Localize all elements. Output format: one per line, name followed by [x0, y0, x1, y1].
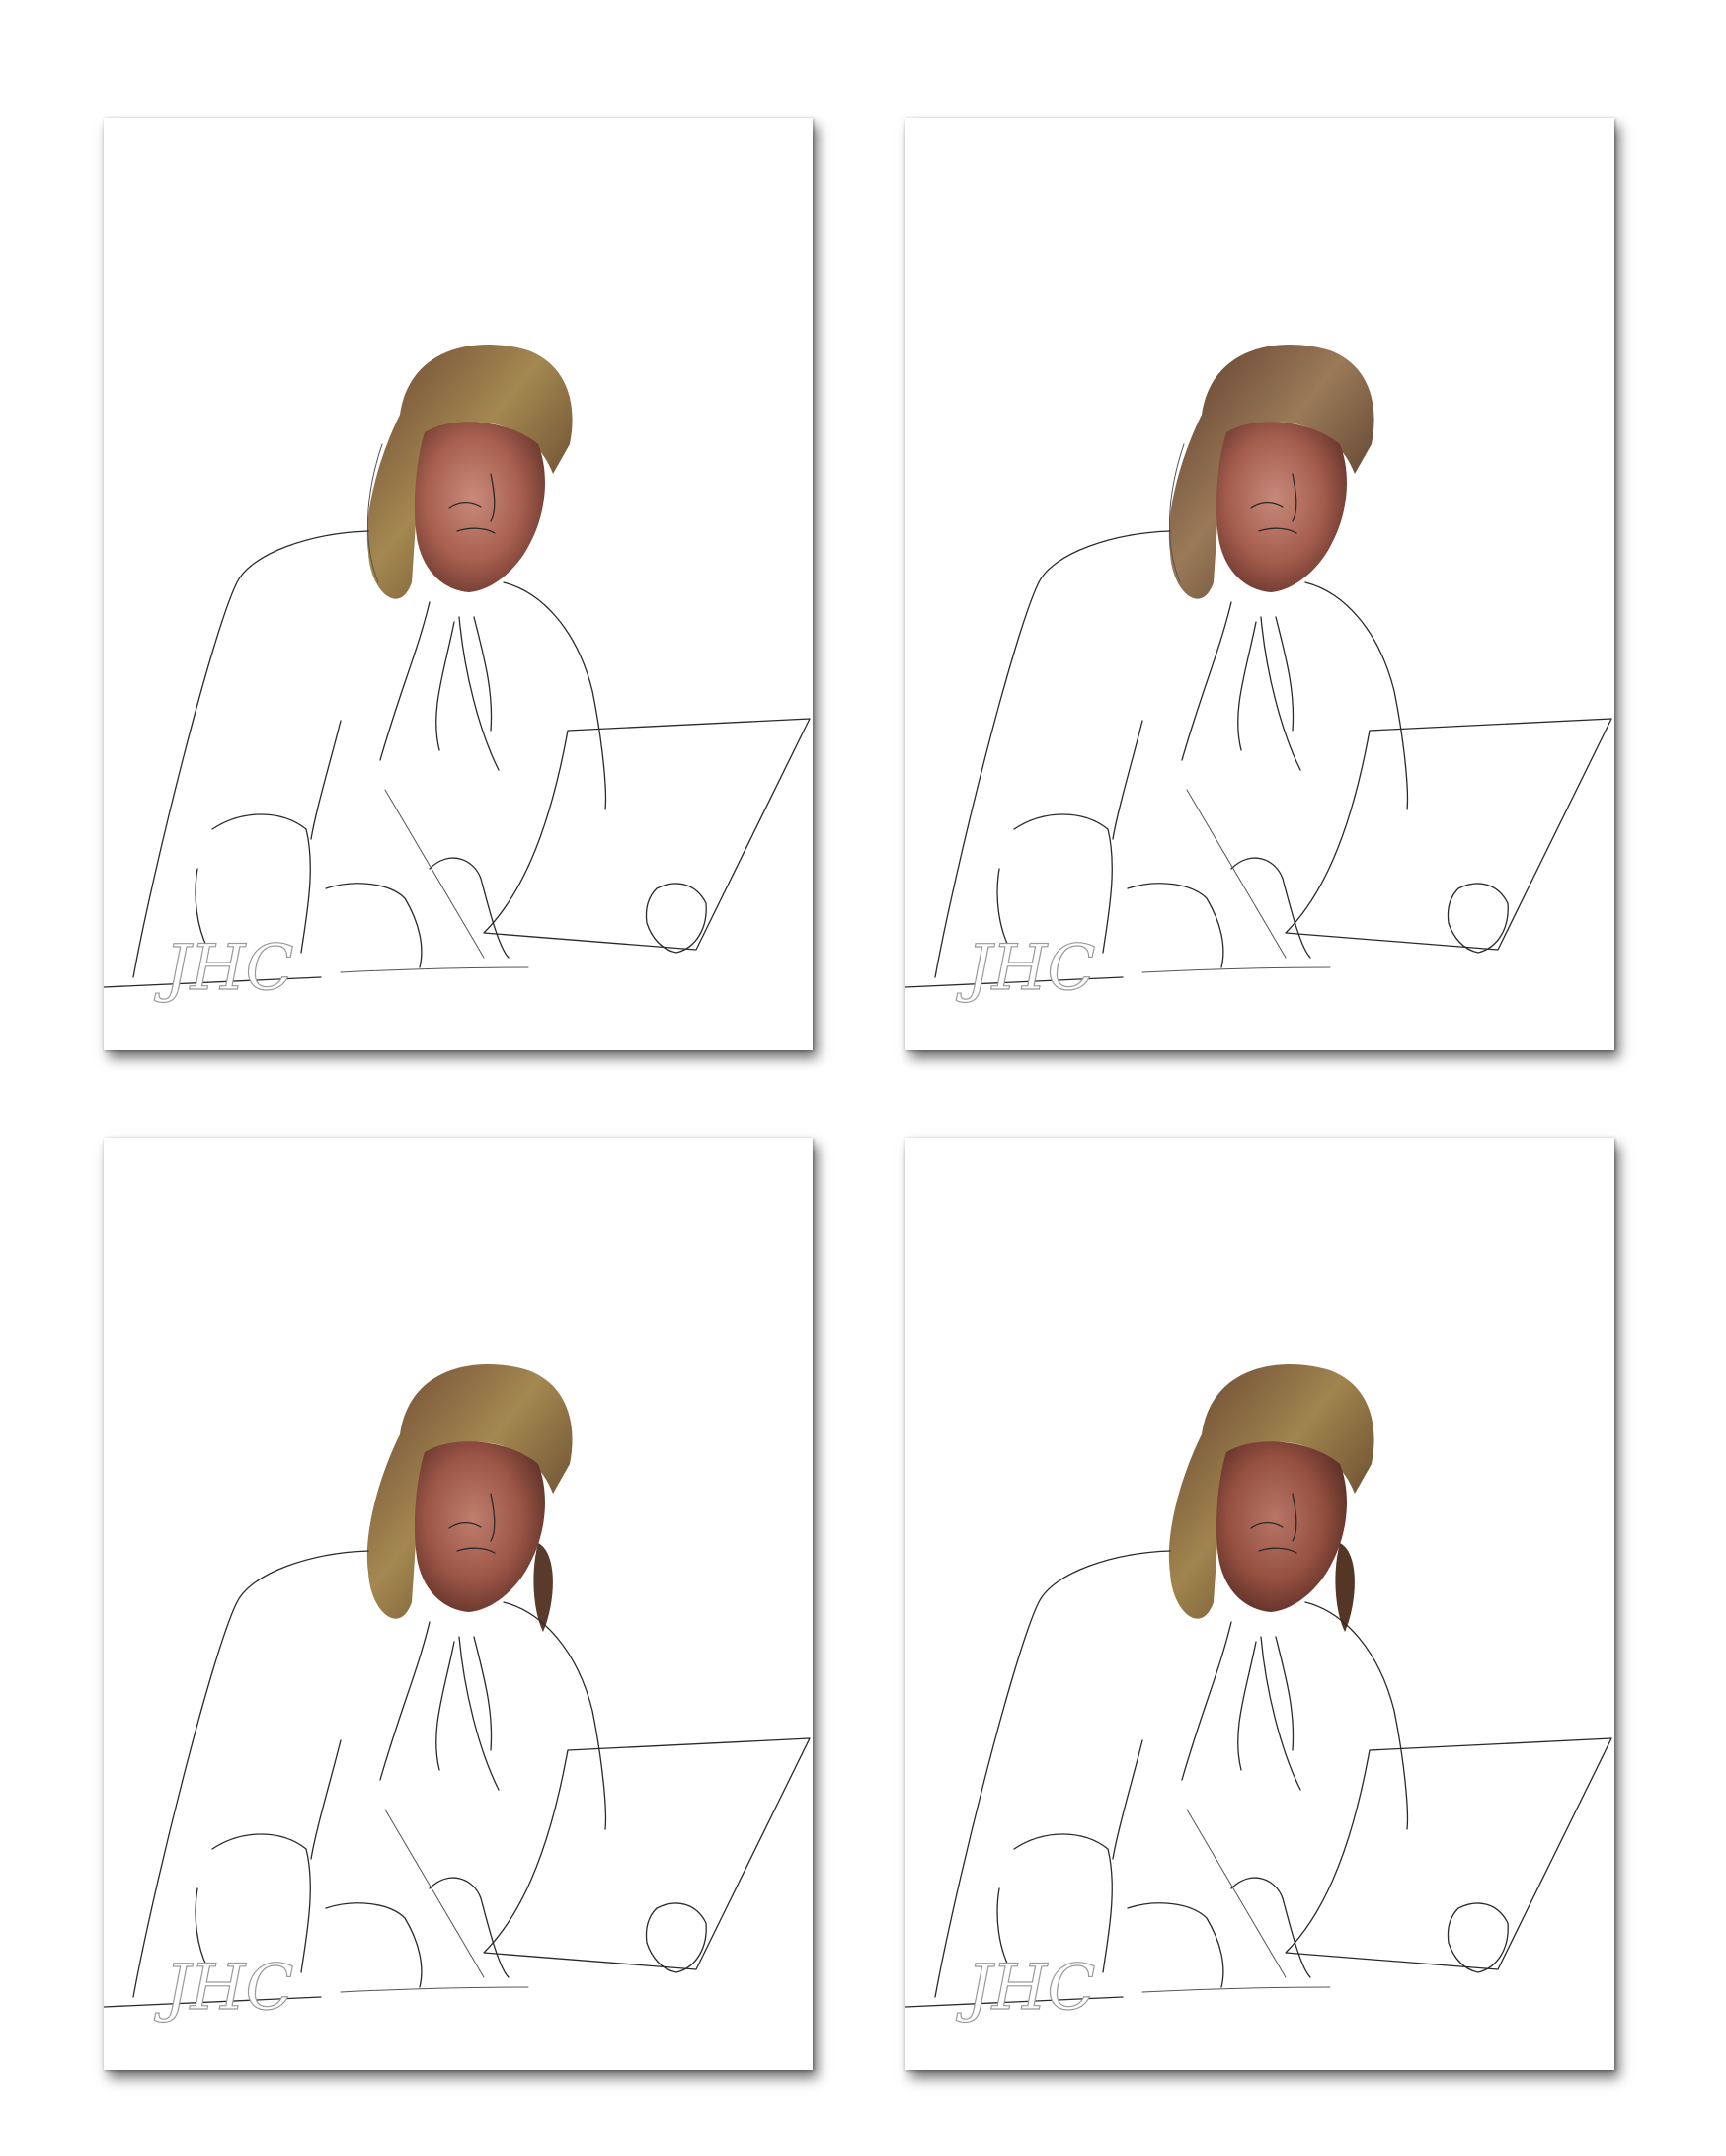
coat-line-art	[132, 1550, 607, 1998]
artist-signature: JHC	[956, 1952, 1095, 2025]
coat-line-art	[132, 530, 607, 978]
coat-line-art	[934, 530, 1409, 978]
artist-signature: JHC	[154, 932, 293, 1005]
artist-signature: JHC	[154, 1952, 293, 2025]
coat-line-art	[934, 1550, 1409, 1998]
portrait-drawing: JHC	[905, 1363, 1612, 2026]
portrait-drawing: JHC	[104, 344, 811, 1006]
drawing-panel-stage-2: JHC	[905, 118, 1614, 1050]
drawing-panel-stage-4: JHC	[905, 1138, 1614, 2070]
quill-and-sheet	[1141, 966, 1331, 973]
quill-and-sheet	[1141, 1986, 1331, 1993]
artist-signature: JHC	[956, 932, 1095, 1005]
holding-hand	[1447, 883, 1509, 954]
portrait-drawing: JHC	[104, 1363, 811, 2026]
quill-and-sheet	[340, 966, 529, 973]
holding-hand	[645, 1902, 707, 1973]
portrait-drawing: JHC	[905, 344, 1612, 1006]
storyboard-sheet: JHC JHC JHC JHC	[0, 0, 1726, 2156]
holding-hand	[1447, 1902, 1509, 1973]
quill-and-sheet	[340, 1986, 529, 1993]
drawing-panel-stage-3: JHC	[104, 1138, 813, 2070]
holding-hand	[645, 883, 707, 954]
drawing-panel-stage-1: JHC	[104, 118, 813, 1050]
